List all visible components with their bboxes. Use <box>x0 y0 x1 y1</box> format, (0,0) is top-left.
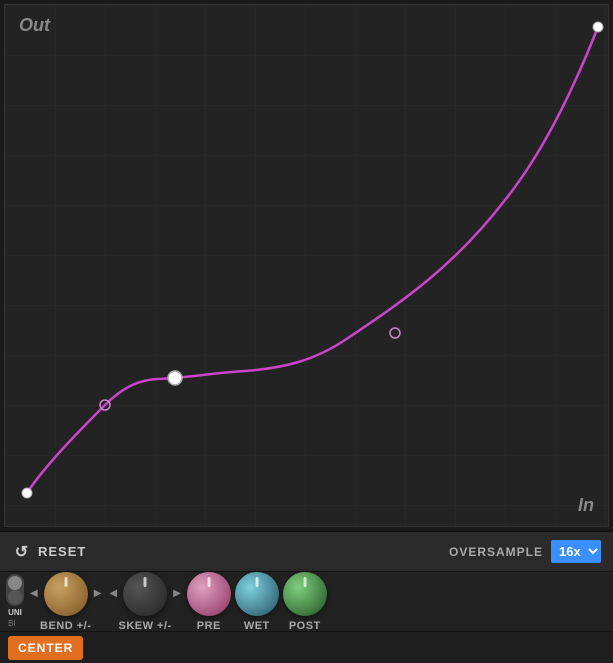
graph-svg <box>5 5 608 526</box>
bend-knob[interactable] <box>44 572 88 616</box>
reset-label: RESET <box>38 544 86 559</box>
reset-button[interactable]: ↺ RESET <box>12 542 86 562</box>
graph-out-label: Out <box>19 15 50 36</box>
uni-knob <box>8 576 22 590</box>
wet-label: WET <box>244 620 270 632</box>
skew-container: ◀ ▶ SKEW +/- <box>107 572 182 632</box>
uni-bi-toggle[interactable] <box>6 574 24 606</box>
reset-icon: ↺ <box>12 542 32 562</box>
bi-knob <box>8 590 22 604</box>
skew-knob[interactable] <box>123 572 167 616</box>
pre-container: PRE <box>187 572 231 632</box>
bend-right-arrow[interactable]: ▶ <box>92 588 104 599</box>
skew-arrow-row: ◀ ▶ <box>107 572 182 616</box>
pre-knob[interactable] <box>187 572 231 616</box>
skew-left-arrow[interactable]: ◀ <box>107 588 119 599</box>
graph-in-label: In <box>578 495 594 516</box>
post-label: POST <box>289 620 321 632</box>
oversample-section: OVERSAMPLE 1x 2x 4x 8x 16x <box>449 540 601 563</box>
uni-bi-container: UNI BI <box>6 574 24 629</box>
skew-right-arrow[interactable]: ▶ <box>171 588 183 599</box>
center-button[interactable]: CENTER <box>8 636 83 660</box>
uni-bi-labels: UNI BI <box>8 608 22 629</box>
app-container: Out In ↺ RESET OVERSAMPLE 1x 2x 4x 8x 16… <box>0 0 613 663</box>
wet-container: WET <box>235 572 279 632</box>
oversample-select[interactable]: 1x 2x 4x 8x 16x <box>551 540 601 563</box>
bend-label: BEND +/- <box>40 620 91 632</box>
bend-left-arrow[interactable]: ◀ <box>28 588 40 599</box>
bottom-bar: ↺ RESET OVERSAMPLE 1x 2x 4x 8x 16x <box>0 531 613 571</box>
center-row: CENTER <box>0 631 613 663</box>
bend-arrow-row: ◀ ▶ <box>28 572 103 616</box>
bi-label: BI <box>8 619 22 629</box>
uni-label: UNI <box>8 608 22 618</box>
post-knob[interactable] <box>283 572 327 616</box>
oversample-label: OVERSAMPLE <box>449 545 543 559</box>
post-container: POST <box>283 572 327 632</box>
bend-container: ◀ ▶ BEND +/- <box>28 572 103 632</box>
pre-label: PRE <box>197 620 221 632</box>
wet-knob[interactable] <box>235 572 279 616</box>
graph-area[interactable]: Out In <box>4 4 609 527</box>
skew-label: SKEW +/- <box>119 620 172 632</box>
controls-row: UNI BI ◀ ▶ BEND +/- ◀ ▶ SKEW +/- P <box>0 571 613 631</box>
